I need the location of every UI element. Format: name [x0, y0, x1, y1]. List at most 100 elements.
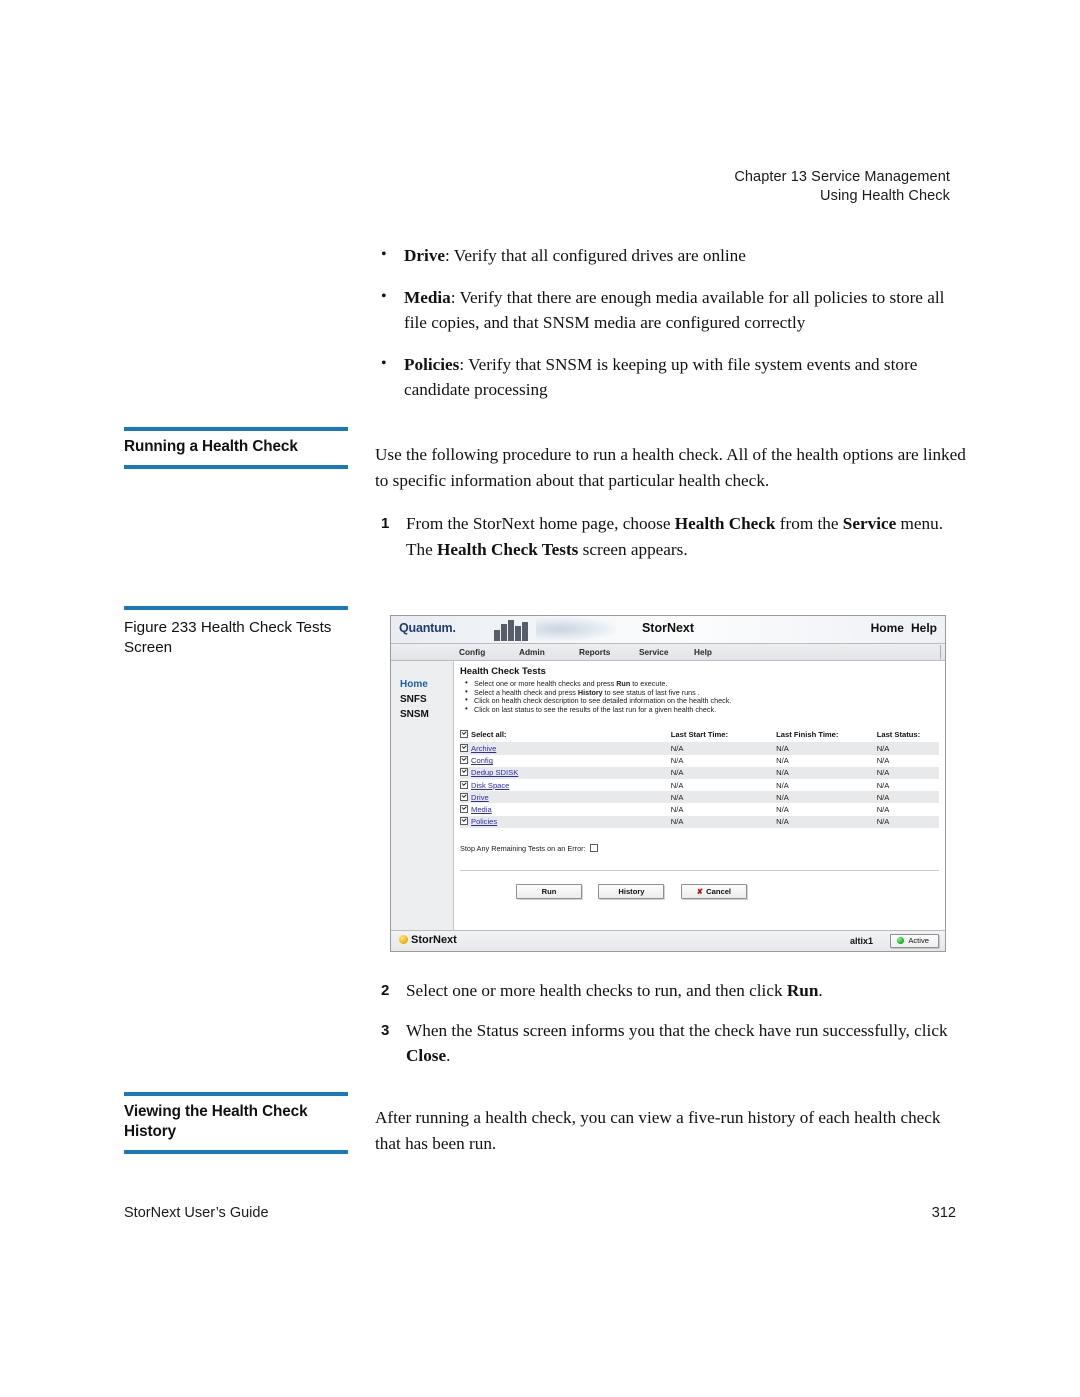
- cell-last-start: N/A: [670, 804, 684, 814]
- app-title: StorNext: [641, 621, 695, 635]
- row-checkbox[interactable]: [460, 780, 468, 789]
- cell-last-finish: N/A: [776, 742, 877, 755]
- app-body: Home SNFS SNSM Health Check Tests Select…: [391, 661, 945, 930]
- cell-last-start: N/A: [670, 791, 777, 804]
- app-instruction-list: Select one or more health checks and pre…: [464, 679, 939, 714]
- app-masthead: Quantum. StorNext Home Help: [391, 616, 945, 644]
- stop-on-error-checkbox[interactable]: [589, 843, 598, 852]
- cell-last-status[interactable]: N/A: [876, 766, 939, 779]
- table-row: Config N/A N/A N/A: [460, 755, 939, 767]
- instruction-pre: Click on last status to see the results …: [474, 704, 717, 714]
- health-check-table: Select all: Last Start Time: Last Finish…: [460, 728, 939, 828]
- bullet-list-block: Drive: Verify that all configured drives…: [375, 242, 970, 419]
- step-text-lead: When the Status screen informs you that …: [406, 1020, 948, 1040]
- sidebar-item-home[interactable]: Home: [391, 677, 453, 692]
- table-row: Drive N/A N/A N/A: [460, 791, 939, 804]
- step-text-mid1: from the: [775, 514, 843, 533]
- step-3: 3 When the Status screen informs you that…: [375, 1018, 970, 1069]
- step-bold-run: Run: [786, 981, 819, 1000]
- running-head: Chapter 13 Service Management Using Heal…: [734, 168, 950, 206]
- footer-page-number: 312: [931, 1205, 956, 1221]
- cell-last-status[interactable]: N/A: [876, 791, 939, 804]
- list-item: Drive: Verify that all configured drives…: [375, 242, 970, 269]
- figure-233-app-screenshot: Quantum. StorNext Home Help Config Admin …: [390, 615, 946, 952]
- cell-last-start: N/A: [670, 742, 777, 755]
- select-all-checkbox[interactable]: [460, 730, 468, 739]
- menu-item-help[interactable]: Help: [694, 647, 712, 657]
- section-heading-text: Viewing the Health Check History: [124, 1103, 308, 1140]
- health-check-link[interactable]: Config: [471, 756, 493, 765]
- masthead-link-help[interactable]: Help: [911, 621, 937, 635]
- menu-item-service[interactable]: Service: [639, 647, 669, 657]
- section-body-paragraph: After running a health check, you can vi…: [375, 1108, 941, 1153]
- page-footer: StorNext User’s Guide 312: [124, 1205, 956, 1221]
- procedure-steps-part2-block: 2 Select one or more health checks to run…: [375, 978, 970, 1083]
- bullet-term: Media: [404, 287, 451, 307]
- bullet-text: : Verify that all configured drives are …: [445, 246, 746, 265]
- app-button-row: Run History ✘ Cancel: [460, 881, 939, 900]
- table-row: Archive N/A N/A N/A: [460, 742, 939, 755]
- bullet-text: : Verify that there are enough media ava…: [404, 287, 945, 333]
- row-checkbox[interactable]: [460, 756, 468, 765]
- table-row: Media N/A N/A N/A: [460, 803, 939, 815]
- step-1: 1 From the StorNext home page, choose Hea…: [375, 511, 970, 562]
- sidebar-item-snfs[interactable]: SNFS: [391, 692, 453, 707]
- health-check-link[interactable]: Drive: [471, 793, 489, 802]
- app-sidebar: Home SNFS SNSM: [391, 661, 454, 930]
- table-header-row: Select all: Last Start Time: Last Finish…: [460, 728, 939, 742]
- menu-item-admin[interactable]: Admin: [519, 647, 545, 657]
- cell-last-status[interactable]: N/A: [876, 815, 939, 828]
- health-check-link[interactable]: Archive: [471, 744, 496, 753]
- list-item: Media: Verify that there are enough medi…: [375, 284, 970, 336]
- procedure-steps-part2: 2 Select one or more health checks to run…: [375, 978, 970, 1069]
- cancel-button[interactable]: ✘ Cancel: [680, 883, 747, 900]
- step-bold-close: Close: [406, 1046, 447, 1065]
- health-check-link[interactable]: Media: [471, 805, 492, 814]
- row-checkbox[interactable]: [460, 817, 468, 826]
- row-checkbox[interactable]: [460, 768, 468, 777]
- rule-bottom: [124, 1150, 348, 1154]
- cell-check-name: Media: [460, 803, 671, 815]
- status-badge[interactable]: Active: [890, 934, 939, 948]
- running-head-line2: Using Health Check: [820, 188, 950, 204]
- sidebar-item-snsm[interactable]: SNSM: [391, 707, 453, 722]
- step-2: 2 Select one or more health checks to run…: [375, 978, 970, 1004]
- table-row: Dedup SDISK N/A N/A N/A: [460, 766, 939, 779]
- run-button[interactable]: Run: [516, 883, 582, 900]
- procedure-steps-part1: 1 From the StorNext home page, choose Hea…: [375, 511, 970, 562]
- row-checkbox[interactable]: [460, 792, 468, 801]
- cell-last-status[interactable]: N/A: [876, 742, 939, 755]
- stop-on-error-label: Stop Any Remaining Tests on an Error:: [460, 843, 586, 853]
- cell-check-name: Policies: [460, 815, 671, 828]
- content-divider: [460, 869, 939, 871]
- health-check-link[interactable]: Policies: [471, 817, 497, 826]
- column-header-last-status: Last Status:: [876, 730, 921, 740]
- footer-guide-title: StorNext User’s Guide: [124, 1205, 269, 1221]
- cell-check-name: Archive: [460, 742, 671, 755]
- cell-last-status[interactable]: N/A: [877, 779, 939, 791]
- step-text-tail: .: [446, 1046, 451, 1065]
- masthead-link-home[interactable]: Home: [871, 621, 904, 635]
- cell-last-finish: N/A: [776, 756, 789, 766]
- menu-item-reports[interactable]: Reports: [579, 647, 610, 657]
- row-checkbox[interactable]: [460, 743, 468, 752]
- menu-item-config[interactable]: Config: [459, 647, 485, 657]
- cell-last-status[interactable]: N/A: [877, 755, 939, 767]
- cell-last-status[interactable]: N/A: [877, 803, 939, 815]
- step-bold-health-check-tests: Health Check Tests: [437, 539, 579, 559]
- bullet-term: Drive: [404, 246, 446, 265]
- health-check-link[interactable]: Disk Space: [471, 781, 509, 790]
- figure-caption-text: Figure 233 Health Check Tests Screen: [124, 619, 332, 656]
- bullet-text: : Verify that SNSM is keeping up with fi…: [404, 354, 918, 400]
- list-item: Policies: Verify that SNSM is keeping up…: [375, 351, 970, 403]
- menubar-end-divider: [940, 645, 941, 659]
- bullet-term: Policies: [404, 354, 460, 374]
- row-checkbox[interactable]: [460, 804, 468, 813]
- column-header-last-finish-time: Last Finish Time:: [776, 730, 839, 740]
- section-head-running-a-health-check: Running a Health Check: [124, 427, 348, 469]
- section-head-viewing-history: Viewing the Health Check History: [124, 1092, 348, 1154]
- health-check-link[interactable]: Dedup SDISK: [471, 768, 518, 777]
- step-text-tail: .: [818, 981, 823, 1000]
- table-row: Disk Space N/A N/A N/A: [460, 779, 939, 791]
- history-button[interactable]: History: [598, 883, 665, 900]
